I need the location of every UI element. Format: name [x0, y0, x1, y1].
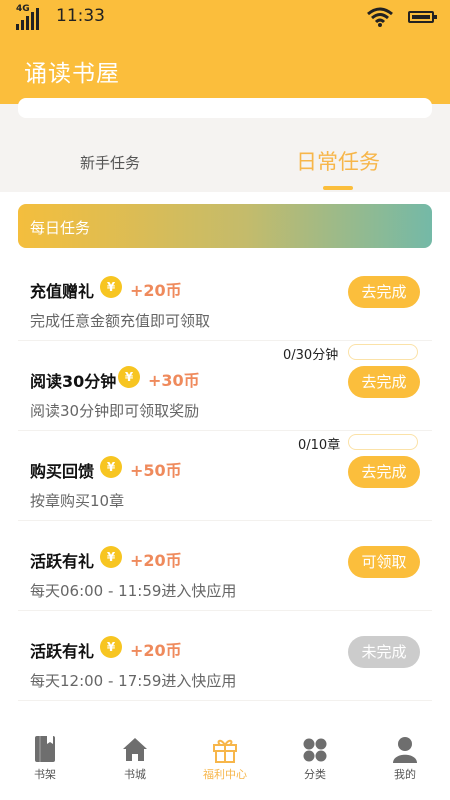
coin-icon: ¥ [100, 276, 122, 298]
task-description: 阅读30分钟即可领取奖励 [30, 402, 200, 420]
battery-icon [408, 11, 437, 23]
tab-label: 我的 [394, 768, 416, 781]
tab-label: 福利中心 [203, 768, 247, 781]
app-title: 诵读书屋 [24, 61, 120, 87]
category-icon [303, 738, 327, 762]
coin-icon: ¥ [118, 366, 140, 388]
tab-daily-tasks[interactable]: 日常任务 [296, 146, 380, 176]
claim-button[interactable]: 可领取 [348, 546, 420, 578]
go-complete-button[interactable]: 去完成 [348, 456, 420, 488]
bottom-tab-bar: 书架 书城 福利中心 分类 我的 [0, 722, 450, 800]
status-time: 11:33 [56, 6, 105, 26]
task-description: 每天12:00 - 17:59进入快应用 [30, 672, 237, 690]
task-item: 0/30分钟 阅读30分钟 ¥ +30币 阅读30分钟即可领取奖励 去完成 [18, 340, 432, 431]
coin-icon: ¥ [100, 636, 122, 658]
tab-bookstore[interactable]: 书城 [90, 722, 180, 800]
tab-label: 书城 [124, 768, 146, 781]
top-card [18, 98, 432, 118]
tab-newbie-tasks[interactable]: 新手任务 [80, 152, 140, 173]
task-item: 活跃有礼 ¥ +20币 每天06:00 - 11:59进入快应用 可领取 [18, 520, 432, 611]
banner-title: 每日任务 [30, 219, 91, 237]
signal-icon: 4G [14, 4, 44, 30]
app-header: 诵读书屋 [0, 34, 450, 104]
progress-label: 0/30分钟 [283, 348, 339, 363]
incomplete-button[interactable]: 未完成 [348, 636, 420, 668]
tab-welfare-center[interactable]: 福利中心 [180, 722, 270, 800]
progress-bar [348, 434, 418, 450]
daily-tasks-banner: 每日任务 [18, 204, 432, 248]
coin-icon: ¥ [100, 456, 122, 478]
user-icon [393, 737, 417, 763]
task-description: 每天06:00 - 11:59进入快应用 [30, 582, 237, 600]
task-description: 按章购买10章 [30, 492, 125, 510]
go-complete-button[interactable]: 去完成 [348, 366, 420, 398]
bookshelf-icon [35, 736, 55, 762]
network-type: 4G [16, 4, 30, 14]
task-reward: +20币 [130, 551, 182, 570]
task-reward: +20币 [130, 281, 182, 300]
progress-label: 0/10章 [298, 438, 341, 453]
tab-label: 分类 [304, 768, 326, 781]
gift-icon [213, 739, 237, 763]
go-complete-button[interactable]: 去完成 [348, 276, 420, 308]
task-item: 充值赠礼 ¥ +20币 完成任意金额充值即可领取 去完成 [18, 250, 432, 341]
task-title: 购买回馈 [30, 462, 95, 481]
task-item: 活跃有礼 ¥ +20币 每天12:00 - 17:59进入快应用 未完成 [18, 610, 432, 701]
task-title: 活跃有礼 [30, 552, 95, 571]
wifi-icon [367, 7, 393, 27]
coin-icon: ¥ [100, 546, 122, 568]
tab-category[interactable]: 分类 [270, 722, 360, 800]
task-title: 充值赠礼 [30, 282, 95, 301]
task-reward: +20币 [130, 641, 182, 660]
tab-profile[interactable]: 我的 [360, 722, 450, 800]
progress-bar [348, 344, 418, 360]
tab-label: 书架 [34, 768, 56, 781]
task-reward: +30币 [148, 371, 200, 390]
task-title: 阅读30分钟 [30, 372, 117, 391]
task-title: 活跃有礼 [30, 642, 95, 661]
task-description: 完成任意金额充值即可领取 [30, 312, 211, 330]
task-item: 0/10章 购买回馈 ¥ +50币 按章购买10章 去完成 [18, 430, 432, 521]
status-bar: 4G 11:33 [0, 0, 450, 34]
task-reward: +50币 [130, 461, 182, 480]
tab-bookshelf[interactable]: 书架 [0, 722, 90, 800]
home-icon [123, 738, 147, 761]
active-tab-indicator [323, 186, 353, 190]
